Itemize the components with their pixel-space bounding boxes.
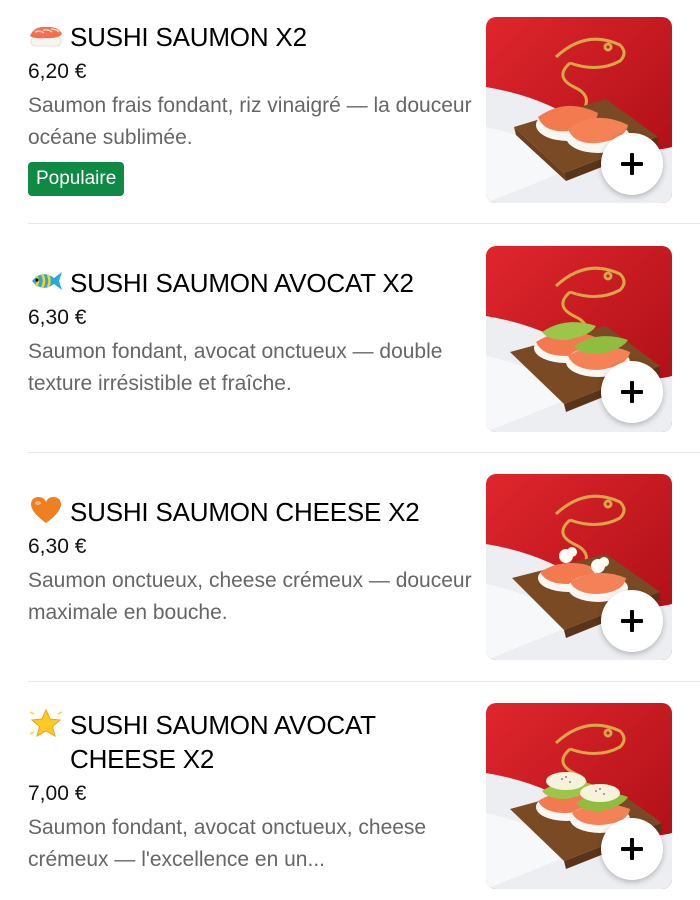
item-title: SUSHI SAUMON AVOCAT CHEESE X2 xyxy=(28,708,473,776)
add-to-cart-button[interactable] xyxy=(601,133,663,195)
item-description: Saumon frais fondant, riz vinaigré — la … xyxy=(28,94,472,149)
item-title-label: SUSHI SAUMON CHEESE X2 xyxy=(70,497,420,527)
add-to-cart-button[interactable] xyxy=(601,590,663,652)
item-description: Saumon onctueux, cheese crémeux — douceu… xyxy=(28,569,472,624)
item-title-label: SUSHI SAUMON X2 xyxy=(70,22,307,52)
menu-item-text: SUSHI SAUMON CHEESE X2 6,30 € Saumon onc… xyxy=(28,495,473,629)
menu-item-list: SUSHI SAUMON X2 6,20 € Saumon frais fond… xyxy=(0,0,700,900)
item-price: 7,00 € xyxy=(28,782,87,805)
orange-heart-icon xyxy=(28,495,64,525)
item-description: Saumon fondant, avocat onctueux — double… xyxy=(28,340,443,395)
item-title-label: SUSHI SAUMON AVOCAT CHEESE X2 xyxy=(70,710,376,774)
plus-icon xyxy=(621,153,643,175)
sushi-icon xyxy=(28,20,64,50)
item-title: SUSHI SAUMON X2 xyxy=(28,20,473,54)
item-price: 6,20 € xyxy=(28,60,87,83)
plus-icon xyxy=(621,381,643,403)
menu-item-text: SUSHI SAUMON AVOCAT X2 6,30 € Saumon fon… xyxy=(28,266,473,400)
item-price: 6,30 € xyxy=(28,535,87,558)
add-to-cart-button[interactable] xyxy=(601,361,663,423)
tropical-fish-icon xyxy=(28,266,64,296)
add-to-cart-button[interactable] xyxy=(601,818,663,880)
glowing-star-icon xyxy=(28,708,64,738)
item-price: 6,30 € xyxy=(28,306,87,329)
item-description: Saumon fondant, avocat onctueux, cheese … xyxy=(28,816,427,871)
menu-item-text: SUSHI SAUMON AVOCAT CHEESE X2 7,00 € Sau… xyxy=(28,708,473,876)
plus-icon xyxy=(621,838,643,860)
item-title: SUSHI SAUMON AVOCAT X2 xyxy=(28,266,473,300)
menu-item-text: SUSHI SAUMON X2 6,20 € Saumon frais fond… xyxy=(28,20,473,196)
item-divider xyxy=(28,223,700,224)
item-title-label: SUSHI SAUMON AVOCAT X2 xyxy=(70,268,414,298)
item-divider xyxy=(28,452,700,453)
plus-icon xyxy=(621,610,643,632)
item-title: SUSHI SAUMON CHEESE X2 xyxy=(28,495,473,529)
popular-badge: Populaire xyxy=(28,162,125,196)
